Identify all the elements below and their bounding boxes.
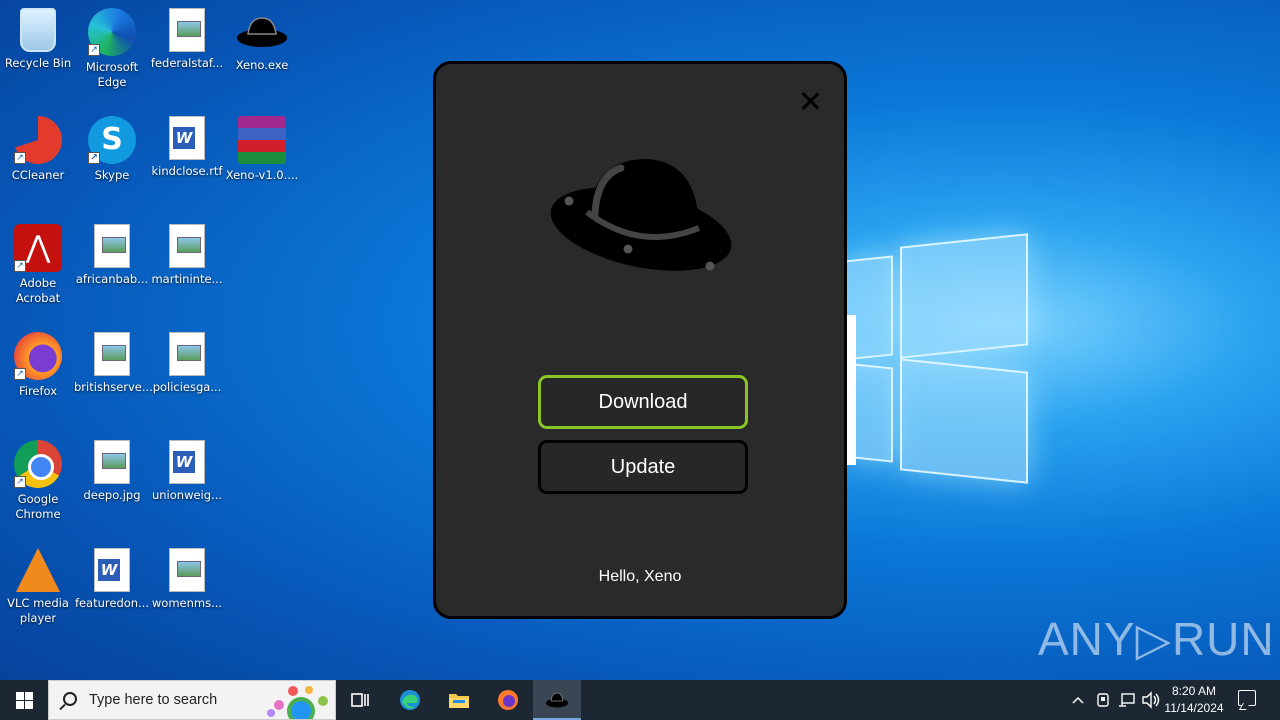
edge-icon: ↗ <box>88 8 136 56</box>
desktop-icon-vlc[interactable]: VLC media player <box>0 548 76 626</box>
taskbar-search-box[interactable]: Type here to search <box>48 680 336 720</box>
image-file-icon <box>94 440 130 484</box>
taskbar: Type here to search 8:20 AM 11/14/2024 <box>0 680 1280 720</box>
search-icon <box>63 692 77 706</box>
search-placeholder: Type here to search <box>89 692 218 708</box>
desktop-icon-policiesga[interactable]: policiesga... <box>149 332 225 395</box>
desktop-icon-recycle-bin[interactable]: Recycle Bin <box>0 8 76 71</box>
xeno-ufo-logo-icon <box>550 159 732 271</box>
desktop-icon-chrome[interactable]: ↗ Google Chrome <box>0 440 76 522</box>
desktop-icon-label: Google Chrome <box>15 492 61 521</box>
start-button[interactable] <box>0 680 48 720</box>
xeno-app-window: Download Update Hello, Xeno <box>433 61 847 619</box>
firefox-icon: ↗ <box>14 332 62 380</box>
firefox-icon <box>498 690 518 710</box>
desktop-icon-skype[interactable]: S ↗ Skype <box>74 116 150 183</box>
desktop-icon-label: Xeno-v1.0.... <box>225 168 299 182</box>
xeno-ufo-icon <box>546 692 568 708</box>
desktop-icon-label: deepo.jpg <box>83 488 141 502</box>
chevron-up-icon[interactable] <box>1070 693 1086 707</box>
desktop-icon-federalstaf[interactable]: federalstaf... <box>149 8 225 71</box>
search-highlight-art-icon <box>267 686 328 719</box>
desktop-icon-britishserve[interactable]: britishserve... <box>74 332 153 395</box>
download-button[interactable]: Download <box>538 375 748 429</box>
clock-time: 8:20 AM <box>1171 684 1217 698</box>
desktop-icon-featuredon[interactable]: W featuredon... <box>74 548 150 611</box>
desktop-icon-africanbab[interactable]: africanbab... <box>74 224 150 287</box>
clock-date: 11/14/2024 <box>1164 701 1224 715</box>
desktop-icon-firefox[interactable]: ↗ Firefox <box>0 332 76 399</box>
desktop-icon-martininte[interactable]: martininte... <box>149 224 225 287</box>
desktop-icon-label: unionweig... <box>151 488 223 502</box>
xeno-ufo-icon <box>237 17 287 47</box>
image-file-icon <box>169 224 205 268</box>
folder-icon <box>449 694 469 708</box>
vlc-cone-icon <box>16 548 60 592</box>
desktop-icon-acrobat[interactable]: ⋀ ↗ Adobe Acrobat <box>0 224 76 306</box>
word-doc-icon: W <box>169 440 205 484</box>
task-view-icon <box>351 693 369 707</box>
word-doc-icon: W <box>169 116 205 160</box>
image-file-icon <box>169 332 205 376</box>
desktop-icon-label: martininte... <box>151 272 223 286</box>
ccleaner-icon: ↗ <box>14 116 62 164</box>
image-file-icon <box>94 332 130 376</box>
desktop-icon-womenms[interactable]: womenms... <box>149 548 225 611</box>
edge-icon <box>400 690 420 710</box>
desktop-icon-label: policiesga... <box>152 380 222 394</box>
desktop-icon-label: kindclose.rtf <box>151 164 223 178</box>
windows-logo-wallpaper <box>845 233 1035 485</box>
acrobat-icon: ⋀ ↗ <box>14 224 62 272</box>
desktop-icon-label: featuredon... <box>74 596 150 610</box>
chrome-icon: ↗ <box>14 440 62 488</box>
image-file-icon <box>169 548 205 592</box>
desktop-icon-edge[interactable]: ↗ Microsoft Edge <box>74 8 150 90</box>
desktop-icon-unionweig[interactable]: W unionweig... <box>149 440 225 503</box>
desktop-icon-label: CCleaner <box>11 168 65 182</box>
desktop-icon-label: Recycle Bin <box>4 56 72 70</box>
taskbar-firefox[interactable] <box>484 680 532 720</box>
volume-icon[interactable] <box>1141 691 1161 709</box>
desktop-icon-label: Microsoft Edge <box>85 60 139 89</box>
desktop-icon-kindclose[interactable]: W kindclose.rtf <box>149 116 225 179</box>
notification-icon[interactable] <box>1238 690 1256 706</box>
desktop-icon-label: Adobe Acrobat <box>15 276 61 305</box>
desktop-icon-label: womenms... <box>151 596 223 610</box>
desktop-icon-deepo[interactable]: deepo.jpg <box>74 440 150 503</box>
image-file-icon <box>94 224 130 268</box>
recycle-bin-icon <box>20 8 56 52</box>
anyrun-watermark: ANY▷RUN <box>1038 613 1275 665</box>
greeting-text: Hello, Xeno <box>598 568 682 585</box>
close-icon[interactable] <box>798 89 822 113</box>
task-view-button[interactable] <box>336 680 384 720</box>
taskbar-edge[interactable] <box>386 680 434 720</box>
taskbar-xeno[interactable] <box>533 680 581 720</box>
taskbar-file-explorer[interactable] <box>435 680 483 720</box>
image-file-icon <box>169 8 205 52</box>
desktop-icon-label: britishserve... <box>74 380 153 394</box>
desktop-icon-xeno-exe[interactable]: Xeno.exe <box>224 8 300 73</box>
wallpaper-light-beam <box>846 315 856 465</box>
desktop-icon-label: Skype <box>94 168 130 182</box>
network-icon[interactable] <box>1117 691 1137 709</box>
desktop-icon-label: Firefox <box>18 384 58 398</box>
word-doc-icon: W <box>94 548 130 592</box>
device-icon[interactable] <box>1094 691 1112 709</box>
desktop-icon-xeno-archive[interactable]: Xeno-v1.0.... <box>224 116 300 183</box>
desktop-icon-label: africanbab... <box>75 272 149 286</box>
desktop-icon-ccleaner[interactable]: ↗ CCleaner <box>0 116 76 183</box>
skype-icon: S ↗ <box>88 116 136 164</box>
winrar-archive-icon <box>238 116 286 164</box>
desktop-icon-label: Xeno.exe <box>235 58 289 72</box>
desktop-icon-label: federalstaf... <box>150 56 224 70</box>
desktop-icon-label: VLC media player <box>7 596 69 625</box>
update-button[interactable]: Update <box>538 440 748 494</box>
taskbar-clock[interactable]: 8:20 AM 11/14/2024 <box>1160 683 1228 717</box>
